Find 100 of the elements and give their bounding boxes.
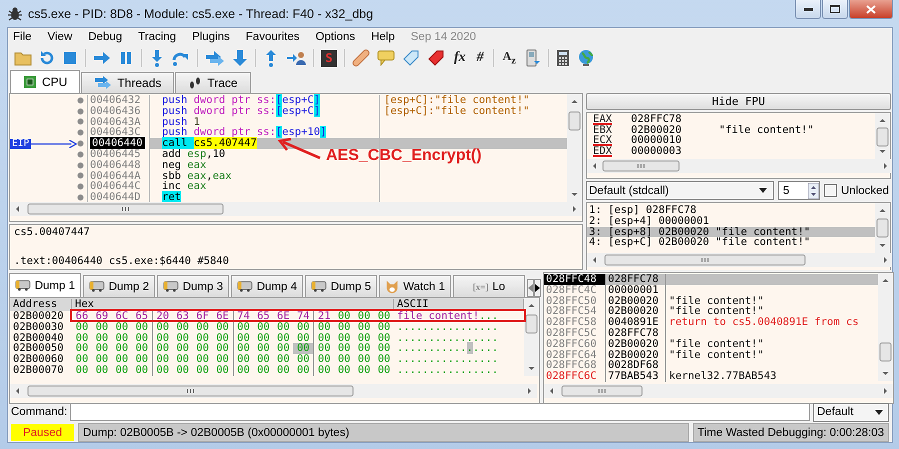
vertical-scrollbar[interactable]: [875, 203, 890, 253]
menu-item[interactable]: View: [48, 31, 72, 43]
calling-convention-dropdown[interactable]: Default (stdcall): [586, 181, 774, 200]
breakpoint-dot-icon[interactable]: [77, 183, 84, 190]
argument-row[interactable]: 2: [esp+4] 00000001: [587, 216, 875, 227]
argument-count-spinner[interactable]: 5: [778, 181, 820, 200]
tab[interactable]: Dump 2: [83, 275, 155, 297]
horizontal-scrollbar[interactable]: [10, 202, 582, 216]
address-cell: 00406448: [90, 158, 141, 171]
stop-icon[interactable]: [62, 50, 78, 66]
tab[interactable]: Dump 3: [157, 275, 229, 297]
register-value[interactable]: 00000003: [631, 146, 719, 156]
instruction: sbb eax,eax: [150, 170, 380, 182]
vertical-scrollbar[interactable]: [524, 298, 539, 376]
hide-fpu-button[interactable]: Hide FPU: [586, 93, 891, 110]
tab[interactable]: Watch 1: [379, 275, 451, 297]
register-name: EBX: [593, 124, 613, 136]
command-input[interactable]: [70, 403, 810, 421]
breakpoint-dot-icon[interactable]: [77, 140, 84, 148]
tab[interactable]: Dump 5: [305, 275, 377, 297]
register-value[interactable]: 02B00020: [631, 124, 719, 136]
scroll-right-button[interactable]: [534, 279, 541, 297]
breakpoint-dot-icon[interactable]: [77, 129, 84, 136]
info-line: cs5.00407447: [14, 227, 91, 238]
restart-icon[interactable]: [39, 50, 55, 66]
register-value[interactable]: 00000010: [631, 135, 719, 146]
breakpoint-dot-icon[interactable]: [77, 108, 84, 115]
folder-icon[interactable]: [14, 50, 32, 66]
column-header[interactable]: Address: [10, 299, 72, 310]
ascii-text: ................: [396, 364, 498, 376]
argument-row[interactable]: 1: [esp] 028FFC78: [587, 205, 875, 216]
menu-item[interactable]: Options: [315, 31, 356, 43]
column-header[interactable]: Hex: [72, 299, 394, 310]
menu-item[interactable]: Plugins: [192, 31, 230, 43]
value-cell: 028FFC78: [606, 328, 666, 339]
vertical-scrollbar[interactable]: [878, 273, 893, 381]
address-cell: 0040644A: [90, 170, 141, 182]
address-cell: 00406436: [90, 104, 141, 117]
eip-label: EIP: [10, 138, 32, 149]
menu-item[interactable]: File: [13, 31, 32, 43]
phone-icon[interactable]: [524, 49, 541, 67]
minimize-button[interactable]: [795, 0, 821, 19]
calculator-icon[interactable]: [556, 49, 570, 67]
breakpoint-dot-icon[interactable]: [77, 150, 84, 158]
horizontal-scrollbar[interactable]: [587, 159, 892, 173]
argument-row[interactable]: 3: [esp+8] 02B00020 "file content!": [587, 226, 875, 238]
user-arrow-icon[interactable]: [286, 50, 306, 66]
tag-icon[interactable]: [402, 49, 420, 67]
maximize-icon: [830, 5, 840, 13]
bookmark-icon[interactable]: [427, 49, 445, 67]
breakpoint-dot-icon[interactable]: [77, 172, 84, 180]
horizontal-scrollbar[interactable]: [544, 384, 893, 398]
arrow-right-icon[interactable]: [93, 50, 111, 66]
arrow-down-icon[interactable]: [232, 49, 248, 67]
comment-icon[interactable]: [377, 50, 395, 66]
menu-item[interactable]: Help: [371, 31, 395, 43]
font-button[interactable]: A$_{z}$: [500, 49, 518, 67]
tab[interactable]: Threads: [81, 72, 174, 93]
comment-cell: "file content!": [669, 305, 764, 318]
close-button[interactable]: [849, 0, 893, 19]
address-cell: 028FFC60: [544, 338, 606, 350]
unlocked-checkbox[interactable]: [824, 184, 837, 197]
tab[interactable]: Dump 4: [231, 275, 303, 297]
address-cell: 028FFC68: [544, 360, 606, 372]
checkbox-label: Unlocked: [841, 184, 889, 196]
right-arrow-icon: [535, 284, 540, 292]
maximize-button[interactable]: [822, 0, 848, 19]
menu-item[interactable]: Debug: [88, 31, 122, 43]
arrow-icon: [29, 140, 78, 148]
pause-icon[interactable]: [118, 50, 134, 66]
address-cell-text: 02B00060: [12, 354, 65, 365]
value-cell: 0040891E: [606, 317, 666, 328]
argument-row[interactable]: 4: [esp+C] 02B00020 "file content!": [587, 237, 875, 248]
value-cell: 02B00020: [606, 350, 666, 360]
vertical-scrollbar[interactable]: [567, 94, 582, 202]
breakpoint-dot-icon[interactable]: [77, 96, 84, 104]
horizontal-scrollbar[interactable]: [587, 253, 892, 267]
menu-item[interactable]: Favourites: [246, 31, 300, 43]
bus-icon: [237, 280, 253, 293]
breakpoint-dot-icon[interactable]: [77, 194, 84, 202]
breakpoint-dot-icon[interactable]: [77, 118, 84, 126]
horizontal-scrollbar[interactable]: [10, 384, 537, 398]
globe-icon[interactable]: [576, 49, 595, 67]
toolbar-button[interactable]: fx: [452, 50, 468, 66]
ascii-text: ................: [396, 322, 498, 333]
toolbar-button[interactable]: #: [474, 50, 486, 66]
tab[interactable]: CPU: [10, 70, 80, 93]
breakpoint-dot-icon[interactable]: [77, 162, 84, 169]
tab[interactable]: Trace: [175, 72, 251, 93]
command-label: Command:: [11, 406, 68, 418]
tab[interactable]: Dump 1: [9, 273, 81, 297]
hex-bytes: 00 00 00 00 00 00 00 00 00 00 00 00 00 00 00 00: [74, 343, 392, 354]
menu-item[interactable]: Tracing: [138, 31, 176, 43]
vertical-scrollbar[interactable]: [875, 113, 890, 159]
double-arrow-icon[interactable]: [205, 50, 225, 66]
address-cell: 028FFC64: [544, 350, 606, 360]
tab[interactable]: [x=] Lo: [453, 275, 525, 297]
mode-dropdown[interactable]: Default: [813, 402, 889, 422]
step-over-icon[interactable]: [172, 50, 190, 66]
register-value[interactable]: 028FFC78: [631, 114, 719, 125]
